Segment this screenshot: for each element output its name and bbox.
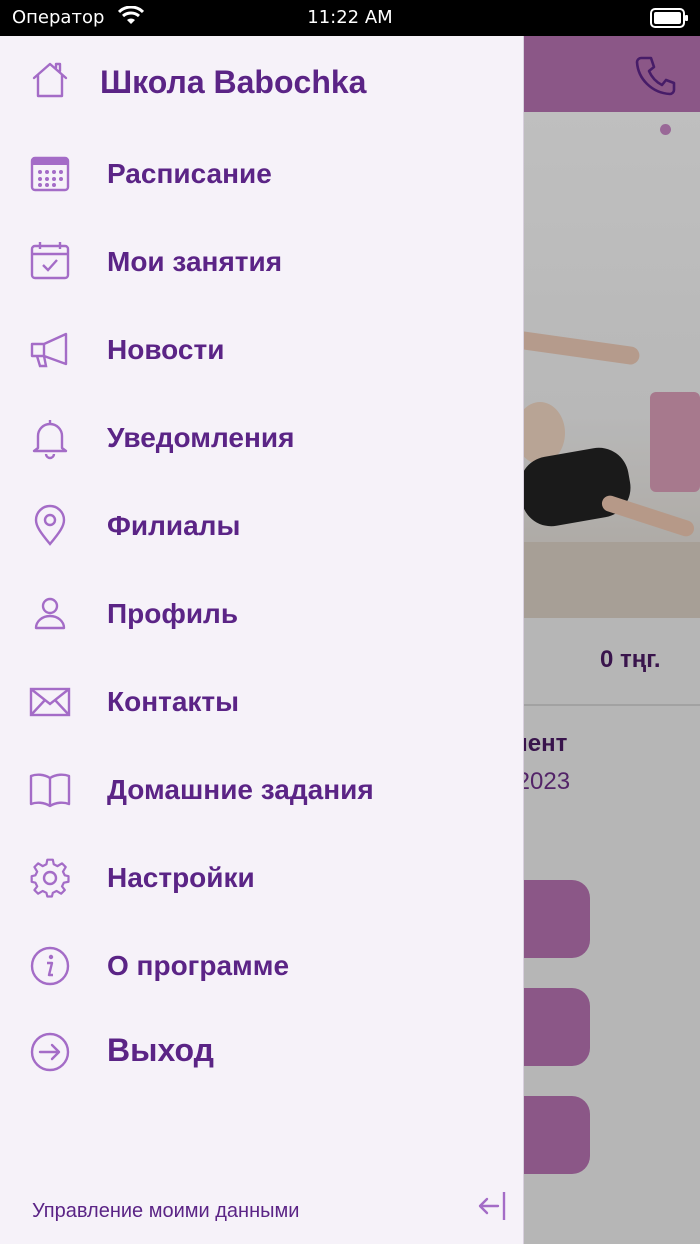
menu-item-label: Выход xyxy=(107,1032,214,1068)
calendar-grid-icon xyxy=(28,152,72,196)
menu-item-homework[interactable]: Домашние задания xyxy=(0,744,523,832)
menu-item-about[interactable]: О программе xyxy=(0,920,523,1008)
collapse-drawer-icon[interactable] xyxy=(474,1188,510,1224)
school-title: Школа Babochka xyxy=(100,64,367,100)
menu-item-branches[interactable]: Филиалы xyxy=(0,480,523,568)
person-icon xyxy=(28,592,72,636)
menu-item-label: Филиалы xyxy=(107,510,241,541)
menu-item-label: Расписание xyxy=(107,158,272,189)
menu-item-schedule[interactable]: Расписание xyxy=(0,128,523,216)
menu-item-my-classes[interactable]: Мои занятия xyxy=(0,216,523,304)
menu-item-label: Новости xyxy=(107,334,225,365)
location-pin-icon xyxy=(28,504,72,548)
envelope-icon xyxy=(28,680,72,724)
menu-item-contacts[interactable]: Контакты xyxy=(0,656,523,744)
drawer-header[interactable]: Школа Babochka xyxy=(0,36,523,126)
bell-icon xyxy=(28,416,72,460)
battery-icon xyxy=(650,8,690,28)
menu-item-news[interactable]: Новости xyxy=(0,304,523,392)
megaphone-icon xyxy=(28,328,72,372)
book-icon xyxy=(28,768,72,812)
menu-item-label: Домашние задания xyxy=(107,774,374,805)
clock: 11:22 AM xyxy=(307,7,393,28)
menu-item-profile[interactable]: Профиль xyxy=(0,568,523,656)
menu-item-label: О программе xyxy=(107,950,290,981)
status-bar: Оператор 11:22 AM xyxy=(0,0,700,36)
navigation-drawer: Школа Babochka Расписание Мои занятия Но… xyxy=(0,36,524,1244)
info-icon xyxy=(28,944,72,988)
menu-item-label: Контакты xyxy=(107,686,240,717)
menu-item-label: Настройки xyxy=(107,862,255,893)
gear-icon xyxy=(28,856,72,900)
menu-item-notifications[interactable]: Уведомления xyxy=(0,392,523,480)
menu-item-label: Профиль xyxy=(107,598,239,629)
home-icon xyxy=(30,60,70,100)
exit-arrow-icon xyxy=(28,1030,72,1074)
calendar-check-icon xyxy=(28,240,72,284)
manage-data-link[interactable]: Управление моими данными xyxy=(32,1200,299,1223)
menu-item-logout[interactable]: Выход xyxy=(0,1006,523,1094)
menu-item-settings[interactable]: Настройки xyxy=(0,832,523,920)
menu-item-label: Уведомления xyxy=(107,422,295,453)
menu-item-label: Мои занятия xyxy=(107,246,283,277)
